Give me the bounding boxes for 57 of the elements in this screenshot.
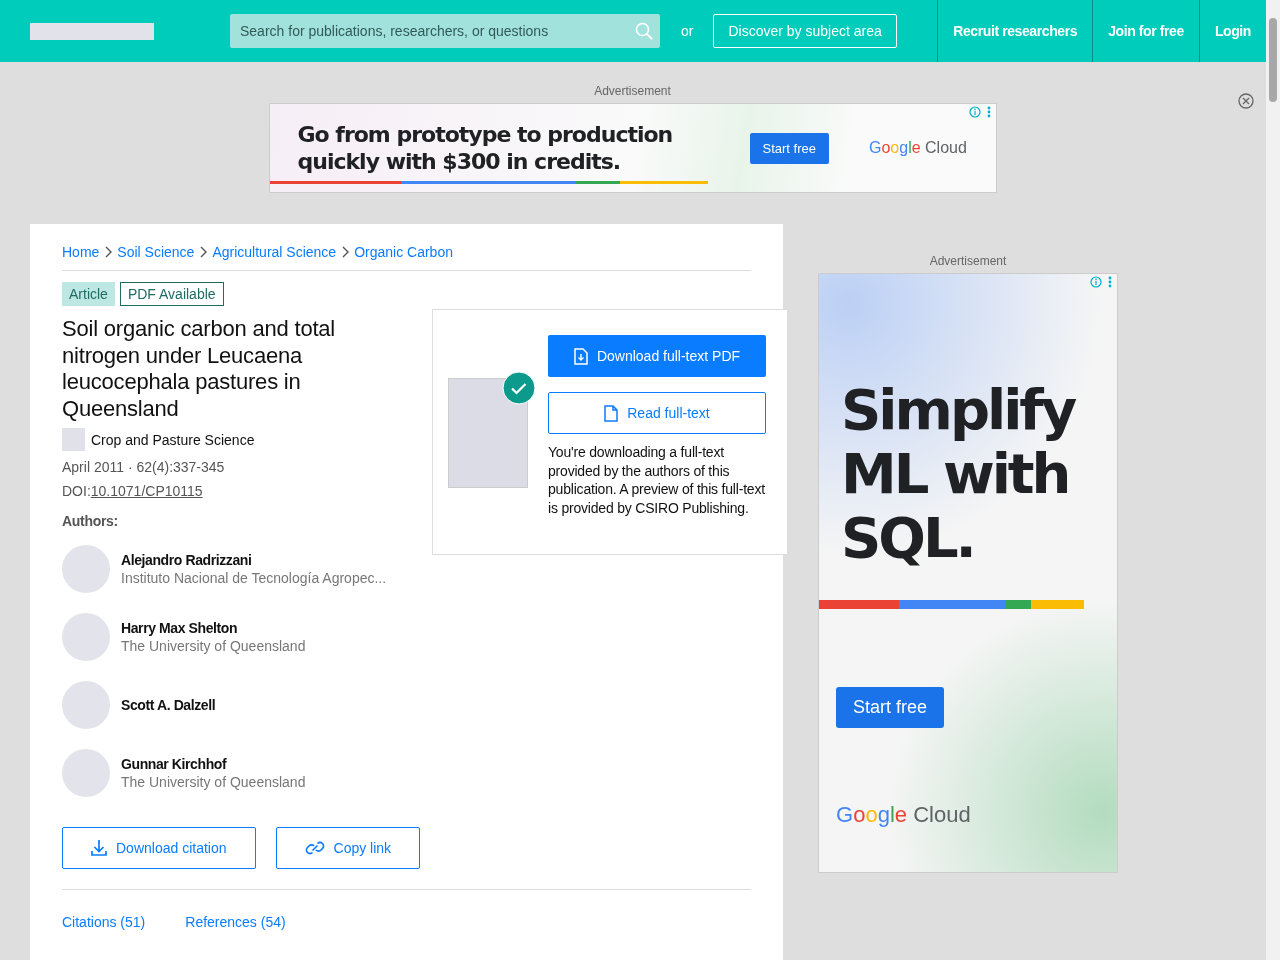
info-icon (1090, 276, 1102, 288)
type-tag: Article (62, 282, 115, 306)
avatar[interactable] (62, 545, 110, 593)
search-field[interactable]: Search for publications, researchers, or questions (230, 14, 660, 48)
author-affiliation: The University of Queensland (121, 638, 306, 654)
journal-thumbnail (62, 428, 85, 451)
copy-link-button[interactable]: Copy link (275, 827, 421, 869)
ad-headline: quickly with $300 in credits. (297, 147, 621, 175)
tab[interactable]: References (54) (185, 914, 286, 930)
type-tag: PDF Available (119, 282, 224, 306)
doi-link[interactable]: 10.1071/CP10115 (90, 483, 203, 499)
ad-headline: Go from prototype to production (297, 120, 673, 148)
doi-label: DOI: (62, 483, 91, 499)
ad-banner[interactable]: Simplify ML with SQL. Start free Google Cloud (818, 273, 1118, 873)
search-icon (635, 22, 653, 40)
author-name[interactable]: Scott A. Dalzell (121, 697, 216, 713)
authors-heading: Authors: (62, 513, 119, 529)
tab[interactable]: Citations (51) (62, 914, 146, 930)
start-free-button[interactable]: Start free (836, 687, 945, 728)
avatar[interactable] (62, 681, 110, 729)
ad-label: Advertisement (594, 84, 671, 98)
avatar[interactable] (62, 613, 110, 661)
author-affiliation: Instituto Nacional de Tecnología Agropec... (121, 570, 387, 586)
author-name[interactable]: Harry Max Shelton (121, 620, 306, 636)
more-options-icon (1108, 276, 1112, 288)
download-icon (91, 839, 107, 857)
ad-headline: Simplify ML with SQL. (841, 378, 1076, 570)
breadcrumb-link[interactable]: Agricultural Science (212, 244, 337, 260)
breadcrumb-link[interactable]: Home (62, 244, 100, 260)
download-pdf-button[interactable]: Download full-text PDF (548, 335, 766, 377)
info-icon (968, 106, 981, 118)
document-icon (604, 404, 619, 422)
download-citation-button[interactable]: Download citation (62, 827, 256, 869)
start-free-button[interactable]: Start free (749, 132, 829, 164)
close-icon (1237, 92, 1255, 110)
more-options-icon (986, 106, 991, 118)
chevron-icon (341, 246, 350, 258)
publication-date: April 2011 · 62(4):337-345 (62, 459, 225, 475)
read-full-text-button[interactable]: Read full-text (548, 392, 766, 434)
avatar[interactable] (62, 749, 110, 797)
google-cloud-logo: Google Cloud (836, 802, 972, 828)
ad-label: Advertisement (928, 254, 1008, 268)
author-name[interactable]: Alejandro Radrizzani (121, 552, 387, 568)
download-note: You're downloading a full-text provided by the authors of this publication. A preview of this full-text is provided by CSIRO Publishing. (548, 443, 766, 517)
google-cloud-logo: Google Cloud (868, 139, 967, 157)
ad-banner[interactable]: Go from prototype to production quickly with $300 in credits. Start free Google Cloud (268, 103, 997, 193)
breadcrumb-link[interactable]: Soil Science (117, 244, 195, 260)
author-name[interactable]: Gunnar Kirchhof (121, 756, 306, 772)
breadcrumb-link[interactable]: Organic Carbon (354, 244, 453, 260)
journal-link[interactable]: Crop and Pasture Science (91, 431, 255, 448)
chevron-icon (104, 246, 113, 258)
article-title: Soil organic carbon and total nitrogen under Leucaena leucocephala pastures in Queensland (62, 316, 337, 422)
or-label: or (681, 23, 694, 39)
file-download-icon (573, 347, 588, 365)
chevron-icon (199, 246, 208, 258)
link-icon (304, 840, 325, 856)
author-affiliation: The University of Queensland (121, 774, 306, 790)
